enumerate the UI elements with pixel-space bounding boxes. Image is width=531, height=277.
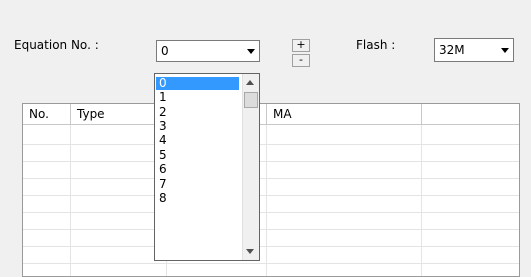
- dropdown-option-7[interactable]: 7: [156, 178, 239, 191]
- column-divider: [421, 125, 422, 276]
- column-header-extra[interactable]: [422, 104, 519, 124]
- flash-combobox[interactable]: 32M: [434, 38, 514, 62]
- table-row: [23, 229, 519, 230]
- dropdown-option-5[interactable]: 5: [156, 149, 239, 162]
- table-row: [23, 212, 519, 213]
- flash-value: 32M: [439, 43, 465, 57]
- plus-icon: +: [296, 38, 306, 51]
- dropdown-scrollbar[interactable]: [242, 74, 259, 260]
- scroll-down-icon[interactable]: [246, 249, 254, 254]
- table-header: No. Type MA: [23, 104, 519, 125]
- chevron-down-icon[interactable]: [496, 39, 513, 61]
- dropdown-option-8[interactable]: 8: [156, 192, 239, 205]
- equation-no-label: Equation No. :: [14, 38, 99, 52]
- scrollbar-thumb[interactable]: [244, 92, 258, 108]
- table-row: [23, 195, 519, 196]
- dropdown-option-6[interactable]: 6: [156, 163, 239, 176]
- equation-no-dropdown[interactable]: 0 1 2 3 4 5 6 7 8: [154, 73, 260, 261]
- column-header-ma[interactable]: MA: [267, 104, 422, 124]
- table-row: [23, 144, 519, 145]
- column-divider: [266, 125, 267, 276]
- column-header-type[interactable]: Type: [71, 104, 167, 124]
- equation-table[interactable]: No. Type MA: [22, 103, 520, 277]
- scroll-up-icon[interactable]: [246, 80, 254, 85]
- flash-label: Flash :: [356, 38, 396, 52]
- increment-button[interactable]: +: [292, 39, 310, 52]
- column-divider: [70, 125, 71, 276]
- table-row: [23, 161, 519, 162]
- dropdown-option-1[interactable]: 1: [156, 91, 239, 104]
- dropdown-option-4[interactable]: 4: [156, 134, 239, 147]
- equation-no-value: 0: [161, 44, 169, 58]
- minus-icon: -: [299, 53, 303, 66]
- table-row: [23, 263, 519, 264]
- dropdown-option-2[interactable]: 2: [156, 106, 239, 119]
- equation-no-combobox[interactable]: 0: [156, 40, 260, 62]
- chevron-down-icon[interactable]: [242, 41, 259, 61]
- dropdown-option-3[interactable]: 3: [156, 120, 239, 133]
- table-row: [23, 178, 519, 179]
- table-row: [23, 246, 519, 247]
- dropdown-option-0[interactable]: 0: [156, 77, 239, 90]
- column-header-no[interactable]: No.: [23, 104, 71, 124]
- decrement-button[interactable]: -: [292, 54, 310, 67]
